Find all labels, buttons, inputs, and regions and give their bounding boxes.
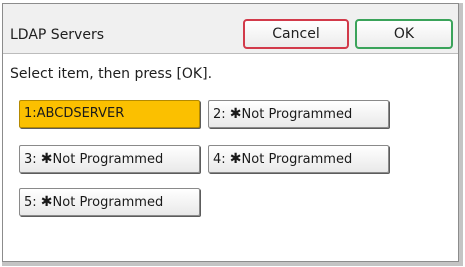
dialog-title: LDAP Servers (10, 27, 105, 43)
server-item-1[interactable]: 1:ABCDSERVER (19, 100, 200, 128)
server-item-3[interactable]: 3: ✱Not Programmed (19, 145, 200, 173)
asterisk-icon: ✱ (40, 194, 53, 210)
server-item-2[interactable]: 2: ✱Not Programmed (208, 100, 389, 128)
item-number: 4: (213, 152, 226, 167)
ldap-servers-dialog: LDAP Servers Cancel OK Select item, then… (2, 3, 459, 262)
ok-button[interactable]: OK (355, 19, 453, 49)
cancel-button[interactable]: Cancel (243, 19, 349, 49)
dialog-header: LDAP Servers Cancel OK (3, 4, 458, 54)
item-number: 2: (213, 107, 226, 122)
asterisk-icon: ✱ (229, 151, 242, 167)
item-number: 5: (24, 195, 37, 210)
item-label: Not Programmed (52, 195, 164, 210)
item-number: 1: (24, 106, 37, 121)
server-item-5[interactable]: 5: ✱Not Programmed (19, 188, 200, 216)
asterisk-icon: ✱ (229, 106, 242, 122)
server-item-4[interactable]: 4: ✱Not Programmed (208, 145, 389, 173)
asterisk-icon: ✱ (40, 151, 53, 167)
instruction-text: Select item, then press [OK]. (10, 66, 213, 82)
item-label: Not Programmed (241, 152, 353, 167)
item-number: 3: (24, 152, 37, 167)
item-label: Not Programmed (52, 152, 164, 167)
panel-shadow-bottom (2, 262, 463, 266)
panel-shadow-right (459, 3, 463, 263)
item-label: ABCDSERVER (36, 106, 125, 121)
item-label: Not Programmed (241, 107, 353, 122)
